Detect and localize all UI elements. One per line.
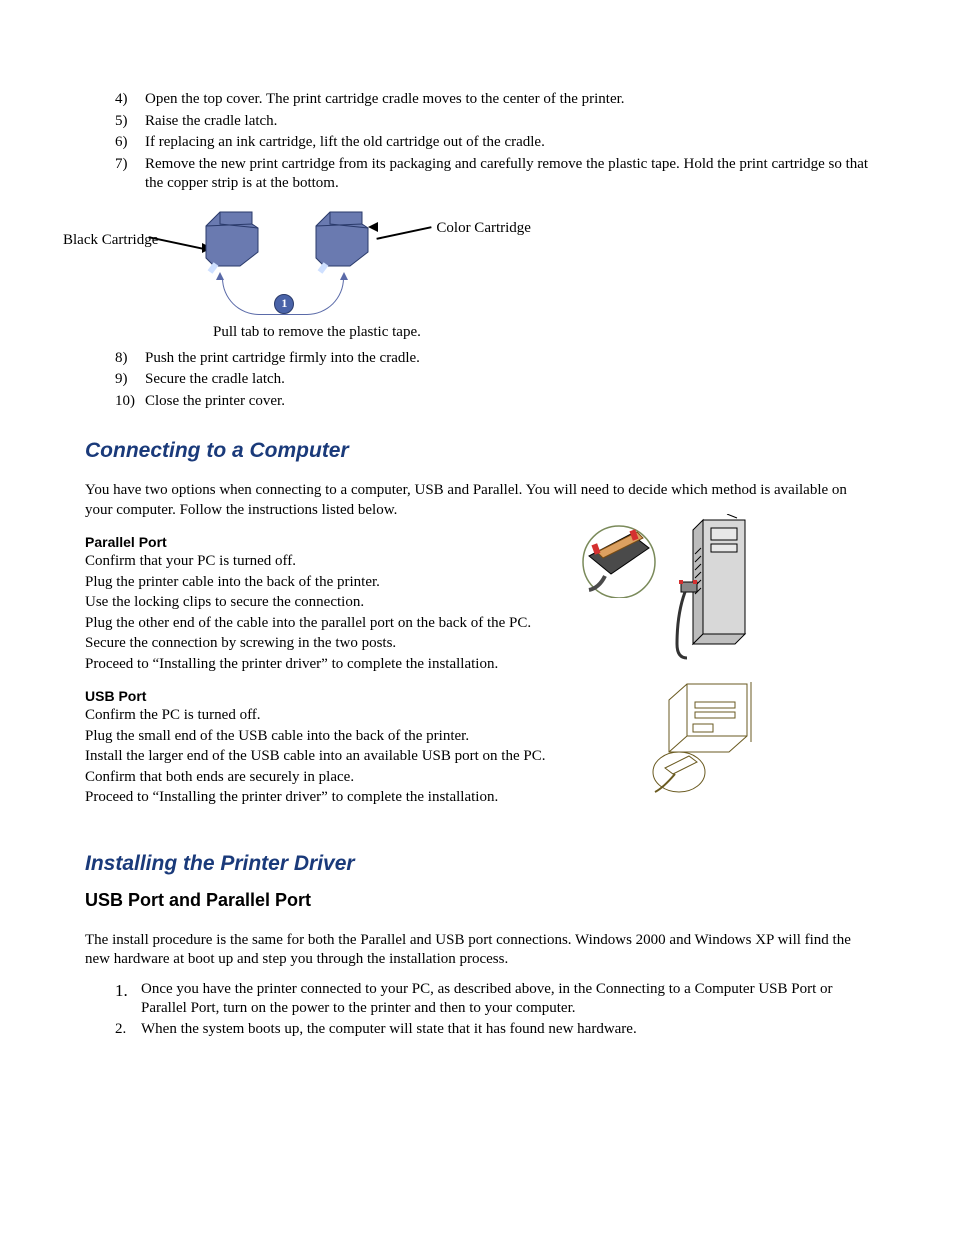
cartridge-steps-list: 4)Open the top cover. The print cartridg… bbox=[115, 90, 869, 194]
step-text: If replacing an ink cartridge, lift the … bbox=[145, 133, 545, 153]
figure-caption: Pull tab to remove the plastic tape. bbox=[213, 324, 869, 341]
printer-port-icon bbox=[579, 522, 659, 598]
step-number: 5) bbox=[115, 112, 145, 132]
color-cartridge-icon bbox=[306, 206, 376, 276]
parallel-port-block: Parallel Port bbox=[85, 534, 869, 674]
document-page: 4)Open the top cover. The print cartridg… bbox=[0, 0, 954, 1100]
step-text: Remove the new print cartridge from its … bbox=[145, 155, 869, 194]
step-text: Push the print cartridge firmly into the… bbox=[145, 349, 420, 369]
list-item: 8)Push the print cartridge firmly into t… bbox=[115, 349, 869, 369]
usb-port-block: USB Port Confirm the PC is turned off. P… bbox=[85, 688, 869, 808]
list-item: 1.Once you have the printer connected to… bbox=[115, 980, 869, 1019]
step-number: 1. bbox=[115, 980, 141, 1019]
step-number: 8) bbox=[115, 349, 145, 369]
list-item: 7)Remove the new print cartridge from it… bbox=[115, 155, 869, 194]
step-text: Once you have the printer connected to y… bbox=[141, 980, 869, 1019]
step-number: 6) bbox=[115, 133, 145, 153]
step-number: 7) bbox=[115, 155, 145, 194]
tab-badge: 1 bbox=[274, 294, 294, 314]
step-number: 10) bbox=[115, 392, 145, 412]
list-item: 9)Secure the cradle latch. bbox=[115, 370, 869, 390]
black-cartridge-icon bbox=[196, 206, 266, 276]
step-text: Open the top cover. The print cartridge … bbox=[145, 90, 625, 110]
cartridge-figure: Black Cartridge 1 Color Cartridge bbox=[85, 202, 869, 322]
list-item: 2.When the system boots up, the computer… bbox=[115, 1020, 869, 1040]
list-item: 4)Open the top cover. The print cartridg… bbox=[115, 90, 869, 110]
step-number: 4) bbox=[115, 90, 145, 110]
step-text: Secure the cradle latch. bbox=[145, 370, 285, 390]
installing-intro: The install procedure is the same for bo… bbox=[85, 931, 869, 970]
step-text: When the system boots up, the computer w… bbox=[141, 1020, 637, 1040]
installing-heading: Installing the Printer Driver bbox=[85, 852, 869, 876]
cartridge-drawing: 1 bbox=[166, 202, 426, 322]
step-text: Close the printer cover. bbox=[145, 392, 285, 412]
connecting-heading: Connecting to a Computer bbox=[85, 439, 869, 463]
list-item: 10)Close the printer cover. bbox=[115, 392, 869, 412]
list-item: 5)Raise the cradle latch. bbox=[115, 112, 869, 132]
cartridge-steps-list-2: 8)Push the print cartridge firmly into t… bbox=[115, 349, 869, 412]
installing-subheading: USB Port and Parallel Port bbox=[85, 890, 869, 911]
pc-tower-icon bbox=[673, 514, 759, 662]
arrow-right-line bbox=[377, 226, 432, 240]
color-cartridge-label: Color Cartridge bbox=[436, 220, 531, 237]
install-steps-list: 1.Once you have the printer connected to… bbox=[115, 980, 869, 1040]
usb-connection-icon bbox=[651, 678, 761, 798]
step-number: 2. bbox=[115, 1020, 141, 1040]
black-cartridge-label: Black Cartridge bbox=[63, 232, 158, 249]
step-text: Raise the cradle latch. bbox=[145, 112, 277, 132]
step-number: 9) bbox=[115, 370, 145, 390]
list-item: 6)If replacing an ink cartridge, lift th… bbox=[115, 133, 869, 153]
